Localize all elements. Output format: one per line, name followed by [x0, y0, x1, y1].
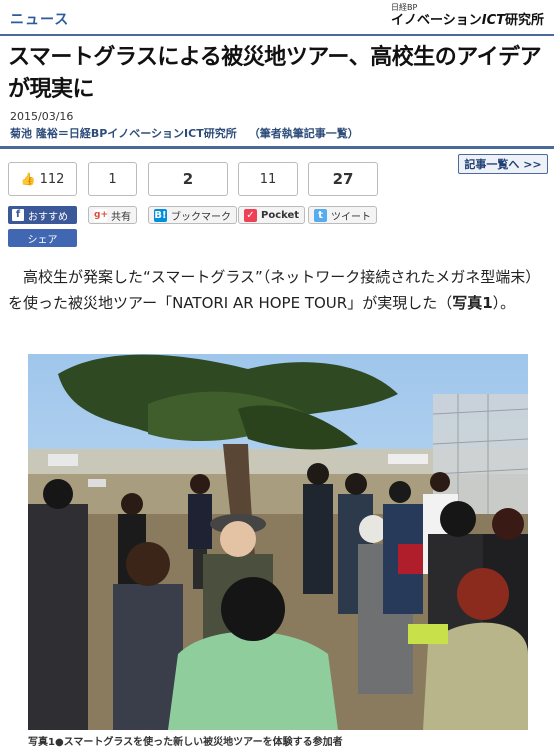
- google-share-button[interactable]: g+ 共有: [88, 206, 137, 224]
- site-header: ニュース 日経BP イノベーションICT研究所: [0, 0, 554, 36]
- google-count: 1: [88, 162, 137, 196]
- photo-reference: 写真1: [452, 294, 493, 312]
- hatena-bookmark-button[interactable]: B! ブックマーク: [148, 206, 237, 224]
- article-list-button[interactable]: 記事一覧へ >>: [458, 154, 548, 174]
- pocket-button[interactable]: ✓ Pocket: [238, 206, 306, 224]
- article-photo: [28, 354, 528, 730]
- pocket-icon: ✓: [244, 208, 257, 222]
- article-paragraph: 高校生が発案した“スマートグラス”（ネットワーク接続されたメガネ型端末）を使った…: [8, 268, 541, 312]
- facebook-count: 👍 112: [8, 162, 77, 196]
- thumbs-up-icon: 👍: [20, 172, 36, 186]
- section-label[interactable]: ニュース: [10, 9, 69, 29]
- twitter-count: 27: [308, 162, 378, 196]
- google-plus-icon: g+: [94, 208, 108, 222]
- pocket-count: 11: [238, 162, 298, 196]
- facebook-recommend-button[interactable]: f おすすめ: [8, 206, 77, 224]
- facebook-icon: f: [12, 209, 24, 221]
- author-articles-link[interactable]: （筆者執筆記事一覧）: [249, 127, 359, 140]
- facebook-share-button[interactable]: シェア: [8, 229, 77, 247]
- article-title: スマートグラスによる被災地ツアー、高校生のアイデアが現実に: [8, 45, 542, 102]
- author-name[interactable]: 菊池 隆裕＝日経BPイノベーションICT研究所: [10, 127, 237, 140]
- twitter-bird-icon: t: [314, 208, 327, 222]
- hatena-count: 2: [148, 162, 228, 196]
- header-divider: [0, 146, 554, 149]
- photo-caption: 写真1●スマートグラスを使った新しい被災地ツアーを体験する参加者: [28, 737, 343, 748]
- author-line: 菊池 隆裕＝日経BPイノベーションICT研究所 （筆者執筆記事一覧）: [10, 125, 371, 141]
- article-date: 2015/03/16: [10, 110, 74, 123]
- brand-name: イノベーションICT研究所: [390, 13, 544, 28]
- brand-publisher: 日経BP: [390, 3, 418, 12]
- brand-logo[interactable]: 日経BP イノベーションICT研究所: [391, 3, 544, 29]
- tweet-button[interactable]: t ツイート: [308, 206, 377, 224]
- hatena-icon: B!: [154, 208, 167, 222]
